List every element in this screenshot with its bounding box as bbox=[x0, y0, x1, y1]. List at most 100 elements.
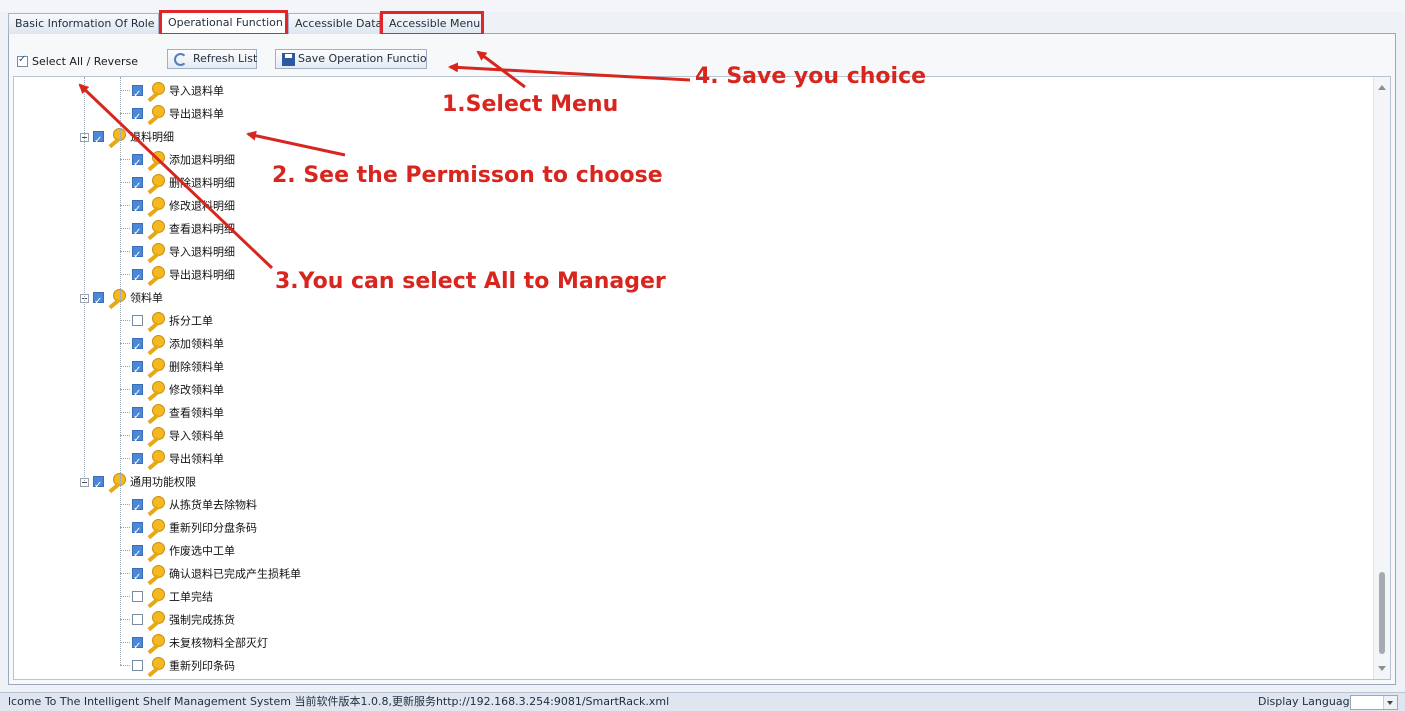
key-icon bbox=[105, 289, 127, 307]
tree-group-node[interactable]: 退料明细 bbox=[80, 125, 174, 152]
permission-checkbox[interactable] bbox=[132, 405, 143, 428]
top-strip bbox=[0, 0, 1405, 12]
tree-item-node[interactable]: 导出领料单 bbox=[120, 447, 224, 474]
permission-checkbox[interactable] bbox=[132, 83, 143, 106]
key-icon bbox=[144, 151, 166, 169]
tree-connector bbox=[120, 642, 130, 643]
tree-item-node[interactable]: 查看领料单 bbox=[120, 401, 224, 428]
select-all-checkbox[interactable] bbox=[17, 54, 28, 67]
tree-node-label: 重新列印条码 bbox=[169, 659, 235, 673]
permission-checkbox[interactable] bbox=[132, 175, 143, 198]
tree-node-label: 导入退料单 bbox=[169, 84, 224, 98]
key-icon bbox=[144, 312, 166, 330]
chevron-down-icon[interactable] bbox=[1383, 696, 1397, 709]
tree-item-node[interactable]: 强制完成拣货 bbox=[120, 608, 235, 631]
tree-item-node[interactable]: 删除领料单 bbox=[120, 355, 224, 382]
permission-checkbox[interactable] bbox=[132, 314, 143, 326]
permission-checkbox[interactable] bbox=[132, 543, 143, 566]
tree-connector bbox=[120, 619, 130, 620]
tree-connector bbox=[120, 435, 130, 436]
tree-item-node[interactable]: 拆分工单 bbox=[120, 309, 213, 332]
status-message: lcome To The Intelligent Shelf Managemen… bbox=[8, 695, 670, 708]
tree-item-node[interactable]: 导入退料单 bbox=[120, 79, 224, 106]
tree-connector bbox=[120, 343, 130, 344]
tree-item-node[interactable]: 添加领料单 bbox=[120, 332, 224, 359]
tree-node-label: 通用功能权限 bbox=[130, 475, 196, 489]
tree-node-label: 导出退料明细 bbox=[169, 268, 235, 282]
scroll-thumb[interactable] bbox=[1379, 572, 1385, 654]
tree-item-node[interactable]: 添加退料明细 bbox=[120, 148, 235, 175]
tree-item-node[interactable]: 从拣货单去除物料 bbox=[120, 493, 257, 520]
permission-checkbox[interactable] bbox=[132, 152, 143, 175]
permission-checkbox[interactable] bbox=[93, 290, 104, 313]
tree-item-node[interactable]: 导入领料单 bbox=[120, 424, 224, 451]
tree-item-node[interactable]: 导出退料单 bbox=[120, 102, 224, 129]
permission-checkbox[interactable] bbox=[132, 659, 143, 671]
scroll-up-icon[interactable] bbox=[1378, 85, 1386, 90]
refresh-list-label: Refresh List bbox=[193, 52, 258, 65]
key-icon bbox=[144, 266, 166, 284]
tree-node-label: 修改领料单 bbox=[169, 383, 224, 397]
tab-basic-information[interactable]: Basic Information Of Role bbox=[8, 13, 159, 34]
tree-item-node[interactable]: 修改退料明细 bbox=[120, 194, 235, 221]
permission-checkbox[interactable] bbox=[132, 106, 143, 129]
permission-checkbox[interactable] bbox=[132, 428, 143, 451]
key-icon bbox=[144, 450, 166, 468]
tree-node-label: 确认退料已完成产生损耗单 bbox=[169, 567, 301, 581]
tree-node-label: 导入领料单 bbox=[169, 429, 224, 443]
tree-item-node[interactable]: 查看退料明细 bbox=[120, 217, 235, 244]
vertical-scrollbar[interactable] bbox=[1373, 77, 1390, 679]
tree-item-node[interactable]: 重新列印分盘条码 bbox=[120, 516, 257, 543]
permission-checkbox[interactable] bbox=[132, 336, 143, 359]
permission-checkbox[interactable] bbox=[132, 359, 143, 382]
tree-node-label: 作废选中工单 bbox=[169, 544, 235, 558]
tree-item-node[interactable]: 作废选中工单 bbox=[120, 539, 235, 566]
tree-item-node[interactable]: 修改领料单 bbox=[120, 378, 224, 405]
tree-item-node[interactable]: 未复核物料全部灭灯 bbox=[120, 631, 268, 658]
permission-checkbox[interactable] bbox=[132, 497, 143, 520]
tab-bar: Basic Information Of Role Operational Fu… bbox=[8, 10, 1396, 36]
permission-checkbox[interactable] bbox=[93, 129, 104, 152]
permission-checkbox[interactable] bbox=[132, 566, 143, 589]
tree-item-node[interactable]: 导出退料明细 bbox=[120, 263, 235, 290]
key-icon bbox=[144, 496, 166, 514]
permission-checkbox[interactable] bbox=[132, 635, 143, 658]
key-icon bbox=[144, 611, 166, 629]
permission-checkbox[interactable] bbox=[132, 520, 143, 543]
key-icon bbox=[144, 105, 166, 123]
tree-item-node[interactable]: 导入退料明细 bbox=[120, 240, 235, 267]
tree-item-node[interactable]: 确认退料已完成产生损耗单 bbox=[120, 562, 301, 589]
permission-checkbox[interactable] bbox=[132, 590, 143, 602]
app-window: Basic Information Of Role Operational Fu… bbox=[0, 0, 1405, 711]
tab-accessible-menu[interactable]: Accessible Menu bbox=[380, 11, 484, 36]
key-icon bbox=[144, 519, 166, 537]
annotation-permission: 2. See the Permisson to choose bbox=[272, 163, 663, 188]
permission-checkbox[interactable] bbox=[93, 474, 104, 497]
tree-item-node[interactable]: 删除退料明细 bbox=[120, 171, 235, 198]
refresh-icon bbox=[174, 52, 187, 66]
refresh-list-button[interactable]: Refresh List bbox=[167, 49, 257, 69]
permission-checkbox[interactable] bbox=[132, 451, 143, 474]
tab-accessible-data[interactable]: Accessible Data bbox=[288, 13, 382, 34]
permission-checkbox[interactable] bbox=[132, 613, 143, 625]
tree-item-node[interactable]: 工单完结 bbox=[120, 585, 213, 608]
tree-item-node[interactable]: 重新列印条码 bbox=[120, 654, 235, 677]
scroll-down-icon[interactable] bbox=[1378, 666, 1386, 671]
permission-checkbox[interactable] bbox=[132, 244, 143, 267]
permission-checkbox[interactable] bbox=[132, 221, 143, 244]
display-language-select[interactable] bbox=[1350, 695, 1398, 710]
tree-connector bbox=[120, 274, 130, 275]
tab-operational-function[interactable]: Operational Function bbox=[159, 10, 288, 36]
permission-checkbox[interactable] bbox=[132, 198, 143, 221]
permission-checkbox[interactable] bbox=[132, 382, 143, 405]
tree-group-node[interactable]: 通用功能权限 bbox=[80, 470, 196, 497]
tree-connector bbox=[120, 320, 130, 321]
select-all-reverse[interactable]: Select All / Reverse bbox=[17, 54, 138, 68]
permission-tree[interactable]: 导入退料单导出退料单退料明细添加退料明细删除退料明细修改退料明细查看退料明细导入… bbox=[13, 76, 1391, 680]
permission-checkbox[interactable] bbox=[132, 267, 143, 290]
save-operation-label: Save Operation Functior bbox=[298, 52, 427, 65]
annotation-select-all: 3.You can select All to Manager bbox=[275, 269, 666, 294]
tree-group-node[interactable]: 领料单 bbox=[80, 286, 163, 313]
key-icon bbox=[144, 197, 166, 215]
save-operation-function-button[interactable]: Save Operation Functior bbox=[275, 49, 427, 69]
